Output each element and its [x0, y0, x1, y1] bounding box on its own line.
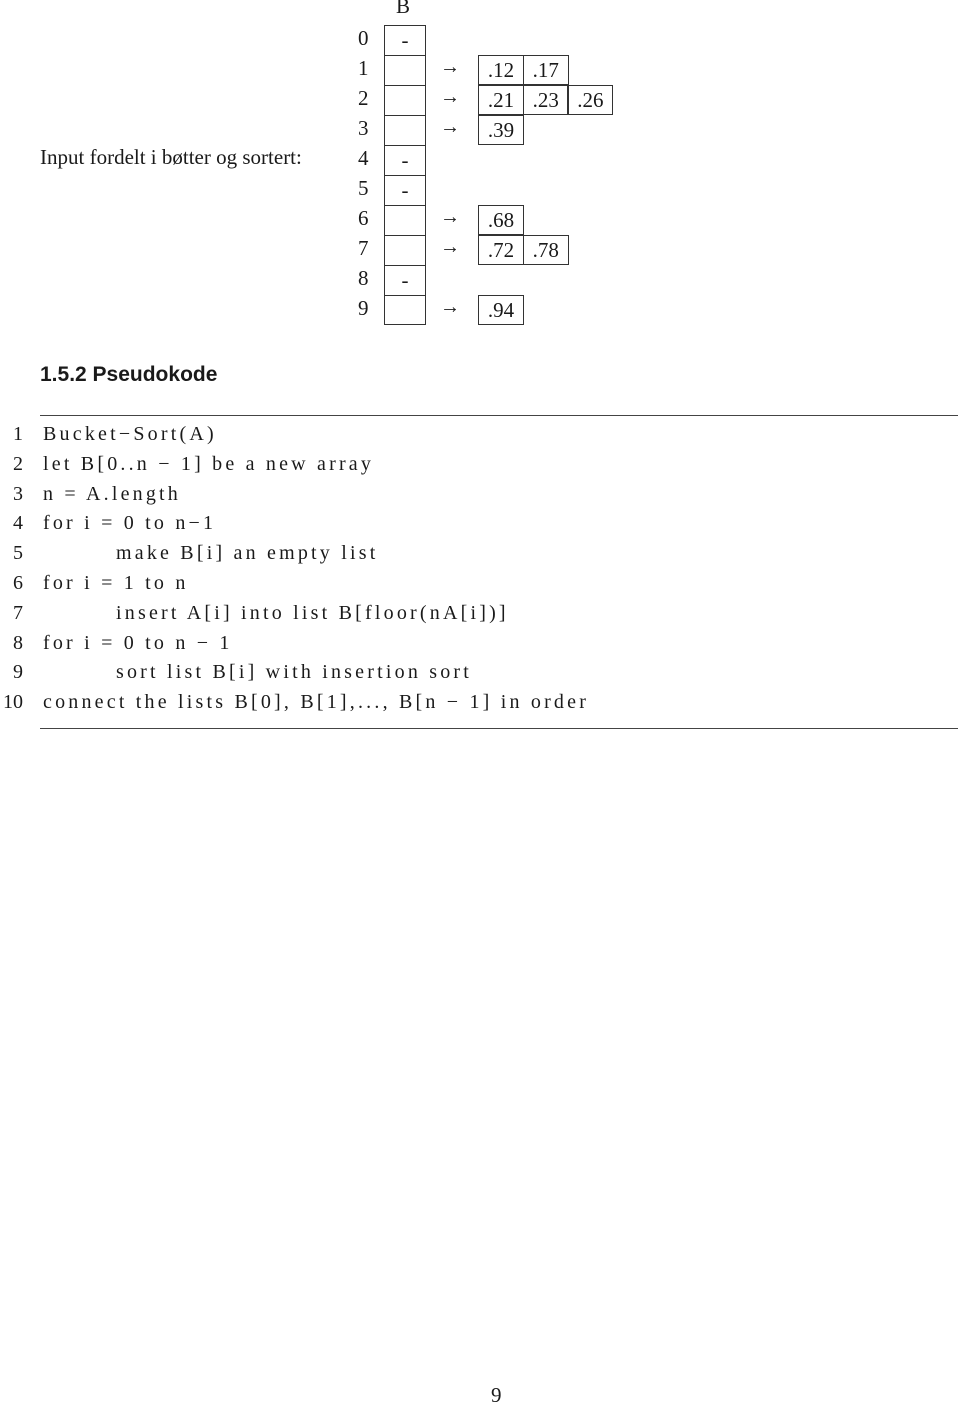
code-text: for i = 1 to n — [43, 572, 189, 594]
bucket-row: 5- — [0, 175, 960, 205]
line-number: 8 — [13, 631, 23, 654]
arrow-right-icon: → — [440, 86, 460, 108]
code-text: sort list B[i] with insertion sort — [116, 661, 473, 684]
code-text: for i = 0 to n − 1 — [43, 631, 233, 654]
bucket-row: 1 → .12.17 — [0, 55, 960, 85]
code-line: 2 let B[0..n − 1] be a new array — [0, 453, 960, 483]
bucket-slot — [384, 115, 426, 145]
line-number: 6 — [13, 572, 23, 594]
list-item: .78 — [522, 235, 569, 265]
list-item: .21 — [478, 85, 524, 115]
line-number: 3 — [13, 482, 23, 505]
code-text: insert A[i] into list B[floor(nA[i])] — [116, 601, 509, 624]
list-item: .26 — [567, 85, 614, 115]
list-item: .72 — [478, 235, 524, 265]
bucket-index: 6 — [358, 206, 369, 230]
code-text: connect the lists B[0], B[1],..., B[n − … — [43, 691, 590, 714]
bucket-index: 1 — [358, 56, 369, 80]
bucket-index: 3 — [358, 116, 369, 140]
bucket-index: 4 — [358, 146, 369, 170]
bucket-slot — [384, 55, 426, 85]
code-line: 10 connect the lists B[0], B[1],..., B[n … — [0, 691, 960, 721]
bucket-row: 0- — [0, 25, 960, 55]
bucket-slot — [384, 235, 426, 265]
bucket-index: 5 — [358, 176, 369, 200]
bucket-row: 7 → .72.78 — [0, 235, 960, 265]
bucket-list: .21.23.26 — [478, 85, 614, 115]
code-top-rule — [40, 415, 958, 416]
arrow-right-icon: → — [440, 296, 460, 318]
bucket-index: 7 — [358, 236, 369, 260]
code-line: 5 make B[i] an empty list — [0, 542, 960, 572]
arrow-right-icon: → — [440, 236, 460, 258]
line-number: 10 — [3, 691, 23, 714]
line-number: 9 — [13, 661, 23, 684]
page-number: 9 — [491, 1383, 502, 1407]
bucket-slot — [384, 295, 426, 325]
bucket-list: .72.78 — [478, 235, 569, 265]
list-item: .23 — [522, 85, 569, 115]
code-line: 3 n = A.length — [0, 483, 960, 513]
code-text: make B[i] an empty list — [116, 542, 379, 565]
bucket-index: 9 — [358, 296, 369, 320]
list-item: .94 — [478, 295, 524, 325]
bucket-slot: - — [384, 145, 426, 175]
bucket-slot — [384, 85, 426, 115]
code-text: n = A.length — [43, 482, 182, 505]
bucket-row: 6 → .68 — [0, 205, 960, 235]
code-text: Bucket−Sort(A) — [43, 423, 217, 445]
bucket-row: 4- — [0, 145, 960, 175]
code-line: 4 for i = 0 to n−1 — [0, 512, 960, 542]
bucket-slot — [384, 205, 426, 235]
list-item: .17 — [522, 55, 569, 85]
section-heading: 1.5.2 Pseudokode — [40, 363, 218, 386]
bucket-index: 0 — [358, 26, 369, 50]
line-number: 4 — [13, 512, 23, 535]
bucket-slot: - — [384, 175, 426, 205]
bucket-row: 3 → .39 — [0, 115, 960, 145]
list-item: .68 — [478, 205, 524, 235]
line-number: 7 — [13, 601, 23, 624]
bucket-slot: - — [384, 265, 426, 295]
bucket-list: .12.17 — [478, 55, 569, 85]
line-number: 5 — [13, 542, 23, 565]
line-number: 2 — [13, 452, 23, 475]
arrow-right-icon: → — [440, 206, 460, 228]
bucket-list: .68 — [478, 205, 524, 235]
bucket-slot: - — [384, 25, 426, 55]
array-b-label: B — [396, 0, 411, 18]
code-line: 1 Bucket−Sort(A) — [0, 423, 960, 453]
line-number: 1 — [13, 423, 23, 445]
code-bottom-rule — [40, 728, 958, 729]
code-text: let B[0..n − 1] be a new array — [43, 452, 375, 475]
bucket-list: .94 — [478, 295, 524, 325]
bucket-row: 9 → .94 — [0, 295, 960, 325]
bucket-index: 2 — [358, 86, 369, 110]
code-line: 6 for i = 1 to n — [0, 572, 960, 602]
list-item: .39 — [478, 115, 524, 145]
code-text: for i = 0 to n−1 — [43, 512, 217, 535]
code-line: 9 sort list B[i] with insertion sort — [0, 661, 960, 691]
code-line: 8 for i = 0 to n − 1 — [0, 632, 960, 662]
bucket-row: 8- — [0, 265, 960, 295]
bucket-index: 8 — [358, 266, 369, 290]
bucket-row: 2 → .21.23.26 — [0, 85, 960, 115]
arrow-right-icon: → — [440, 116, 460, 138]
code-line: 7 insert A[i] into list B[floor(nA[i])] — [0, 602, 960, 632]
bucket-list: .39 — [478, 115, 524, 145]
arrow-right-icon: → — [440, 56, 460, 78]
list-item: .12 — [478, 55, 524, 85]
